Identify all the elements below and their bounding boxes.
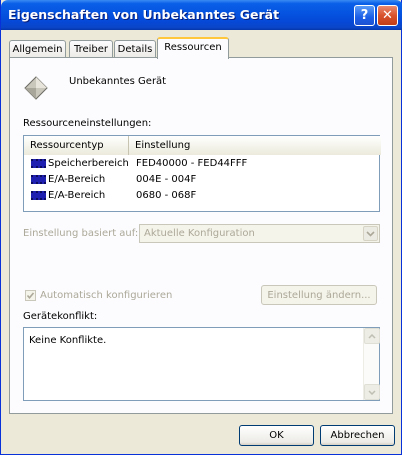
close-button[interactable]: ✕ [377,5,398,26]
resource-setting: 004E - 004F [136,174,197,185]
window-title: Eigenschaften von Unbekanntes Gerät [8,7,280,22]
tab-ressourcen[interactable]: Ressourcen [157,37,229,59]
tab-label: Treiber [73,44,109,55]
help-icon: ? [360,8,369,23]
unknown-device-icon [24,76,48,100]
close-icon: ✕ [382,8,393,23]
resource-list[interactable]: Ressourcentyp Einstellung Speicherbereic… [23,135,381,212]
list-header: Ressourcentyp Einstellung [24,136,381,155]
scroll-up-button[interactable] [364,328,380,344]
conflict-text: Keine Konflikte. [29,335,107,346]
resource-setting: 0680 - 068F [136,190,197,201]
chevron-up-icon [368,333,376,339]
list-item[interactable]: Speicherbereich FED40000 - FED44FFF [24,156,379,172]
list-item[interactable]: E/A-Bereich 004E - 004F [24,172,379,188]
conflict-textbox[interactable]: Keine Konflikte. [23,327,380,401]
memory-chip-icon [31,175,46,184]
chevron-down-icon [368,389,376,395]
tab-details[interactable]: Details [114,40,156,58]
tab-treiber[interactable]: Treiber [69,40,113,58]
checkmark-icon [26,292,35,300]
ok-button[interactable]: OK [239,425,314,446]
resource-type: Speicherbereich [48,158,129,169]
scrollbar[interactable] [363,328,380,400]
tab-label: Allgemein [12,44,63,55]
title-bar[interactable]: Eigenschaften von Unbekanntes Gerät ? ✕ [1,0,402,30]
help-button[interactable]: ? [354,5,375,26]
tab-label: Details [117,44,153,55]
auto-config-label: Automatisch konfigurieren [40,290,173,301]
resource-type: E/A-Bereich [48,190,106,201]
auto-config-checkbox[interactable] [25,290,36,301]
device-name: Unbekanntes Gerät [69,76,167,87]
config-label: Einstellung basiert auf: [23,228,139,239]
resource-setting: FED40000 - FED44FFF [136,158,248,169]
resource-type: E/A-Bereich [48,174,106,185]
column-header-setting[interactable]: Einstellung [129,136,381,155]
change-setting-button[interactable]: Einstellung ändern... [261,285,377,305]
properties-dialog: Eigenschaften von Unbekanntes Gerät ? ✕ … [0,0,402,455]
config-value: Aktuelle Konfiguration [144,228,255,239]
list-item[interactable]: E/A-Bereich 0680 - 068F [24,188,379,204]
resources-label: Ressourceneinstellungen: [23,118,152,129]
column-header-type[interactable]: Ressourcentyp [24,136,129,155]
tab-allgemein[interactable]: Allgemein [9,40,66,58]
tab-label: Ressourcen [164,42,222,53]
scroll-down-button[interactable] [364,384,380,400]
config-select[interactable]: Aktuelle Konfiguration [139,224,380,243]
memory-chip-icon [31,191,46,200]
chevron-down-icon[interactable] [363,226,378,241]
cancel-button[interactable]: Abbrechen [320,425,395,446]
memory-chip-icon [31,159,46,168]
conflict-label: Gerätekonflikt: [23,311,98,322]
